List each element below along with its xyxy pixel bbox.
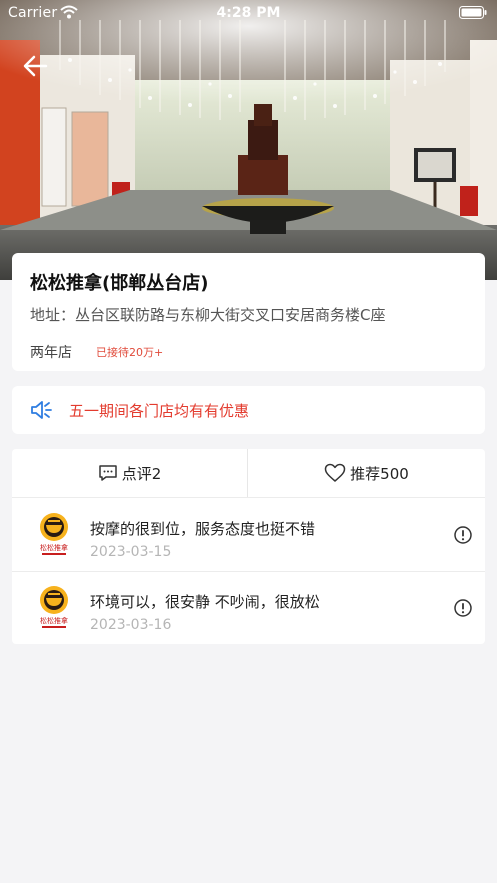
back-button[interactable]: [20, 52, 52, 80]
divider: [12, 497, 485, 498]
report-icon[interactable]: [453, 525, 473, 549]
review-item: 松松推拿 环境可以，很安静 不吵闹，很放松 2023-03-16: [12, 572, 485, 644]
status-bar: Carrier 4:28 PM: [0, 0, 497, 26]
review-text: 按摩的很到位，服务态度也挺不错: [90, 520, 316, 538]
report-icon[interactable]: [453, 598, 473, 622]
store-name: 松松推拿(邯郸丛台店): [30, 273, 209, 294]
battery-icon: [459, 6, 487, 23]
tab-recommend[interactable]: 推荐500: [248, 449, 485, 497]
comment-icon: [98, 465, 117, 481]
reviews-section: 点评2 推荐500 松松推拿 按摩的很到位，服务态度也挺不错 2023-03-1…: [12, 449, 485, 644]
store-hero-image: [0, 0, 497, 280]
status-time: 4:28 PM: [216, 5, 281, 21]
promo-text: 五一期间各门店均有有优惠: [69, 402, 250, 420]
store-served-count: 已接待20万+: [96, 346, 164, 359]
review-text: 环境可以，很安静 不吵闹，很放松: [90, 593, 320, 611]
speaker-icon: [30, 399, 54, 425]
promo-banner[interactable]: 五一期间各门店均有有优惠: [12, 386, 485, 434]
svg-text:松松推拿: 松松推拿: [40, 543, 68, 552]
back-arrow-icon: [23, 55, 48, 77]
store-info-card: 松松推拿(邯郸丛台店) 地址：丛台区联防路与东柳大街交叉口安居商务楼C座 两年店…: [12, 253, 485, 371]
review-date: 2023-03-16: [90, 617, 172, 633]
review-date: 2023-03-15: [90, 544, 172, 560]
tab-recommend-label: 推荐500: [350, 464, 409, 483]
review-item: 松松推拿 按摩的很到位，服务态度也挺不错 2023-03-15: [12, 499, 485, 571]
tab-reviews-label: 点评2: [121, 464, 162, 483]
avatar: 松松推拿: [36, 512, 72, 558]
avatar: 松松推拿: [36, 585, 72, 631]
store-age-tag: 两年店: [30, 345, 72, 361]
heart-icon: [324, 463, 346, 482]
tab-reviews[interactable]: 点评2: [12, 449, 247, 497]
store-address: 地址：丛台区联防路与东柳大街交叉口安居商务楼C座: [30, 306, 386, 324]
svg-text:松松推拿: 松松推拿: [40, 616, 68, 625]
